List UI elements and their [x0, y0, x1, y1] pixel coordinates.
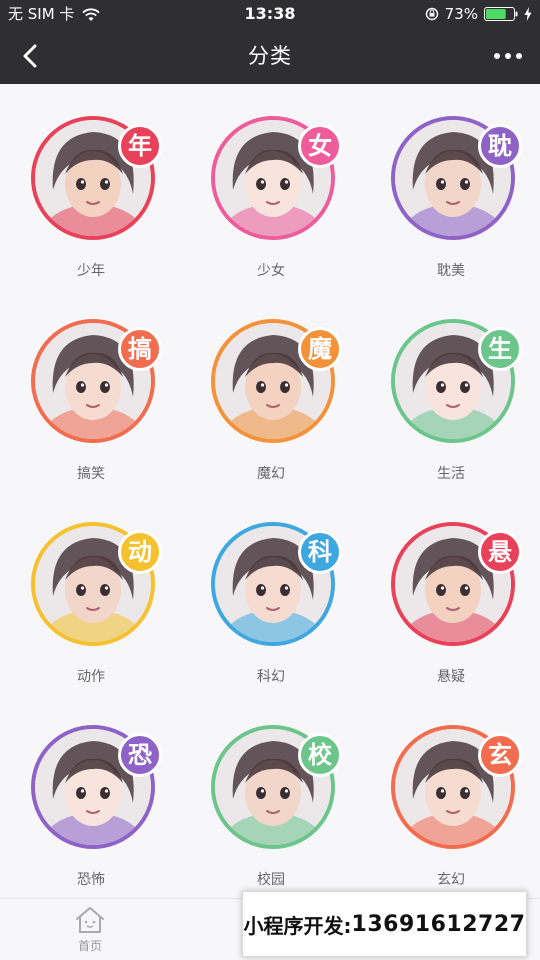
dot-icon — [494, 53, 500, 59]
category-label: 动作 — [77, 669, 105, 685]
category-item[interactable]: 动动作 — [16, 490, 166, 685]
category-badge: 搞 — [118, 327, 162, 371]
category-label: 耽美 — [437, 263, 465, 279]
category-item[interactable]: 科科幻 — [196, 490, 346, 685]
charging-bolt-icon — [524, 7, 532, 21]
promo-phone: 13691612727 — [351, 911, 526, 937]
rotation-lock-icon — [425, 7, 438, 21]
category-label: 科幻 — [257, 669, 285, 685]
home-icon — [76, 907, 104, 933]
status-bar: 无 SIM 卡 13:38 73% — [0, 0, 540, 28]
category-item[interactable]: 生生活 — [376, 287, 526, 482]
category-badge: 动 — [118, 530, 162, 574]
dot-icon — [505, 53, 511, 59]
category-item[interactable]: 女少女 — [196, 84, 346, 279]
category-badge: 耽 — [478, 124, 522, 168]
category-badge: 校 — [298, 733, 342, 777]
category-label: 少年 — [77, 263, 105, 279]
category-badge: 魔 — [298, 327, 342, 371]
category-label: 校园 — [257, 872, 285, 888]
category-item[interactable]: 玄玄幻 — [376, 693, 526, 888]
page-title: 分类 — [248, 44, 292, 68]
battery-percent: 73% — [444, 5, 478, 23]
category-item[interactable]: 耽耽美 — [376, 84, 526, 279]
category-label: 玄幻 — [437, 872, 465, 888]
category-badge: 恐 — [118, 733, 162, 777]
category-badge: 悬 — [478, 530, 522, 574]
category-item[interactable]: 校校园 — [196, 693, 346, 888]
status-right: 73% — [425, 0, 532, 28]
category-label: 魔幻 — [257, 466, 285, 482]
tab-home[interactable]: 首页 — [60, 905, 120, 959]
dot-icon — [516, 53, 522, 59]
category-label: 生活 — [437, 466, 465, 482]
category-label: 恐怖 — [77, 872, 105, 888]
category-label: 悬疑 — [437, 669, 465, 685]
category-badge: 年 — [118, 124, 162, 168]
battery-icon — [484, 7, 518, 21]
category-item[interactable]: 恐恐怖 — [16, 693, 166, 888]
category-badge: 女 — [298, 124, 342, 168]
category-item[interactable]: 魔魔幻 — [196, 287, 346, 482]
category-label: 搞笑 — [77, 466, 105, 482]
more-options-button[interactable] — [486, 36, 530, 76]
category-label: 少女 — [257, 263, 285, 279]
tab-home-label: 首页 — [77, 939, 102, 953]
category-item[interactable]: 年少年 — [16, 84, 166, 279]
category-badge: 玄 — [478, 733, 522, 777]
category-badge: 生 — [478, 327, 522, 371]
category-item[interactable]: 悬悬疑 — [376, 490, 526, 685]
navigation-bar: 分类 — [0, 28, 540, 84]
developer-contact-banner: 小程序开发: 13691612727 — [242, 891, 527, 957]
category-item[interactable]: 搞搞笑 — [16, 287, 166, 482]
category-badge: 科 — [298, 530, 342, 574]
promo-prefix: 小程序开发: — [243, 913, 352, 938]
